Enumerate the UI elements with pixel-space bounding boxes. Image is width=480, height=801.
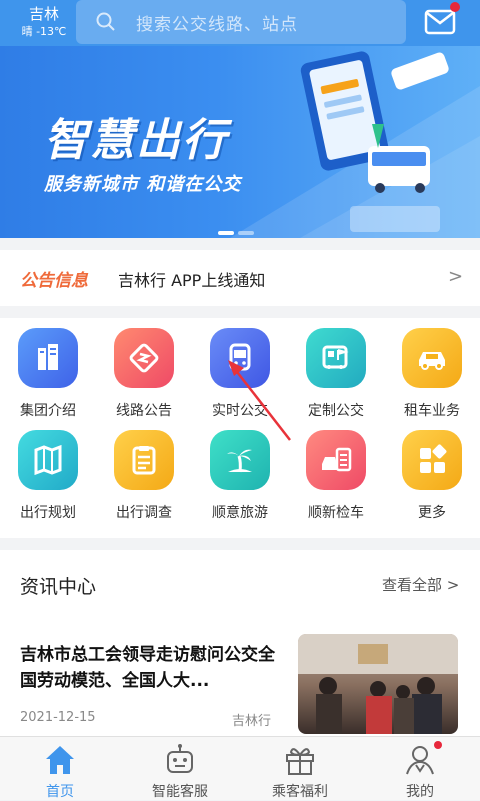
unread-dot xyxy=(450,2,460,12)
article-source: 吉林行 xyxy=(232,714,272,729)
tab-label: 乘客福利 xyxy=(272,784,328,800)
profile-badge-dot xyxy=(434,741,442,749)
service-trip-survey[interactable]: 出行调查 xyxy=(96,420,192,521)
service-car-rental[interactable]: 租车业务 xyxy=(384,318,480,419)
tab-passenger-benefits[interactable]: 乘客福利 xyxy=(240,737,360,801)
service-label: 线路公告 xyxy=(116,403,172,419)
tab-label: 首页 xyxy=(46,784,74,800)
tab-profile[interactable]: 我的 xyxy=(360,737,480,801)
search-bar[interactable]: 搜索公交线路、站点 xyxy=(76,0,406,44)
service-more[interactable]: 更多 xyxy=(384,420,480,521)
promo-banner[interactable]: 智慧出行 服务新城市 和谐在公交 xyxy=(0,46,480,238)
bottom-tab-bar: 首页 智能客服 乘客福利 我的 xyxy=(0,736,480,800)
service-group-intro[interactable]: 集团介绍 xyxy=(0,318,96,419)
service-label: 集团介绍 xyxy=(20,403,76,419)
notice-bar[interactable]: 公告信息 吉林行 APP上线通知 > xyxy=(0,250,480,306)
survey-icon xyxy=(114,430,174,490)
article-date: 2021-12-15 xyxy=(20,710,96,725)
service-label: 租车业务 xyxy=(404,403,460,419)
gift-icon xyxy=(286,748,314,775)
robot-icon xyxy=(167,744,193,773)
service-label: 出行调查 xyxy=(116,505,172,521)
notice-text: 吉林行 APP上线通知 xyxy=(118,271,266,290)
profile-icon xyxy=(406,746,434,775)
tab-label: 我的 xyxy=(406,784,434,800)
tab-label: 智能客服 xyxy=(152,784,208,800)
service-label: 更多 xyxy=(418,505,446,521)
service-route-notice[interactable]: 线路公告 xyxy=(96,318,192,419)
service-label: 出行规划 xyxy=(20,505,76,521)
photo-placeholder xyxy=(298,634,458,734)
view-all-label: 查看全部 xyxy=(382,576,443,594)
banner-title: 智慧出行 xyxy=(44,115,228,166)
news-header: 资讯中心 xyxy=(20,576,97,598)
route-icon xyxy=(114,328,174,388)
article-thumbnail[interactable] xyxy=(298,634,458,734)
search-icon xyxy=(96,12,116,32)
tab-home[interactable]: 首页 xyxy=(0,737,120,801)
more-grid-icon xyxy=(402,430,462,490)
chevron-right-icon: > xyxy=(448,266,464,287)
home-icon xyxy=(46,746,74,774)
chevron-right-icon: > xyxy=(446,576,460,594)
service-label: 顺新检车 xyxy=(308,505,364,521)
map-icon xyxy=(18,430,78,490)
service-label: 顺意旅游 xyxy=(212,505,268,521)
service-trip-planning[interactable]: 出行规划 xyxy=(0,420,96,521)
article-title[interactable]: 吉林市总工会领导走访慰问公交全国劳动模范、全国人大... xyxy=(20,642,280,694)
services-grid: 集团介绍 线路公告 实时公交 定制公交 租车业务 出行规划 出行调查 顺意旅游 … xyxy=(0,318,480,538)
top-bar: 吉林 晴 -13℃ 搜索公交线路、站点 xyxy=(0,0,480,46)
tab-smart-service[interactable]: 智能客服 xyxy=(120,737,240,801)
building-icon xyxy=(18,328,78,388)
view-all-link[interactable]: 查看全部 > xyxy=(382,574,459,595)
city-name: 吉林 xyxy=(28,5,59,23)
pointer-arrow-icon xyxy=(228,360,291,441)
weather-text: 晴 -13℃ xyxy=(21,25,67,38)
pager-dot xyxy=(238,231,254,235)
message-button[interactable] xyxy=(424,2,460,36)
pager-dot-active xyxy=(218,231,234,235)
search-placeholder: 搜索公交线路、站点 xyxy=(136,15,298,35)
news-center: 资讯中心 查看全部 > 吉林市总工会领导走访慰问公交全国劳动模范、全国人大...… xyxy=(0,550,480,740)
banner-pager xyxy=(218,220,258,238)
car-icon xyxy=(402,328,462,388)
mail-icon xyxy=(424,9,456,35)
city-weather[interactable]: 吉林 晴 -13℃ xyxy=(14,4,74,40)
banner-subtitle: 服务新城市 和谐在公交 xyxy=(44,174,242,195)
notice-tag: 公告信息 xyxy=(20,271,88,291)
